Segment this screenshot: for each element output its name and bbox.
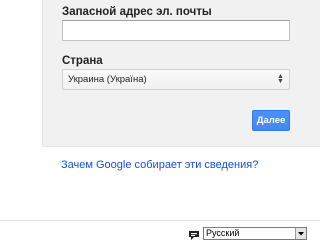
country-select[interactable]: Украина (Україна) ▲ ▼ — [62, 69, 290, 90]
country-select-value: Украина (Україна) — [68, 74, 147, 85]
backup-email-input[interactable] — [62, 20, 290, 41]
footer-divider — [0, 220, 320, 221]
chevron-down-icon — [295, 228, 306, 239]
language-select-value: Русский — [206, 228, 240, 238]
speech-bubble-icon — [188, 228, 200, 240]
signup-form-card: Запасной адрес эл. почты Страна Украина … — [42, 0, 320, 147]
next-button[interactable]: Далее — [252, 110, 290, 131]
backup-email-label: Запасной адрес эл. почты — [62, 6, 212, 18]
up-down-arrows-icon: ▲ ▼ — [277, 73, 284, 85]
why-collect-info-link[interactable]: Зачем Google собирает эти сведения? — [61, 159, 258, 171]
country-label: Страна — [62, 55, 103, 67]
language-select[interactable]: Русский — [203, 227, 307, 240]
